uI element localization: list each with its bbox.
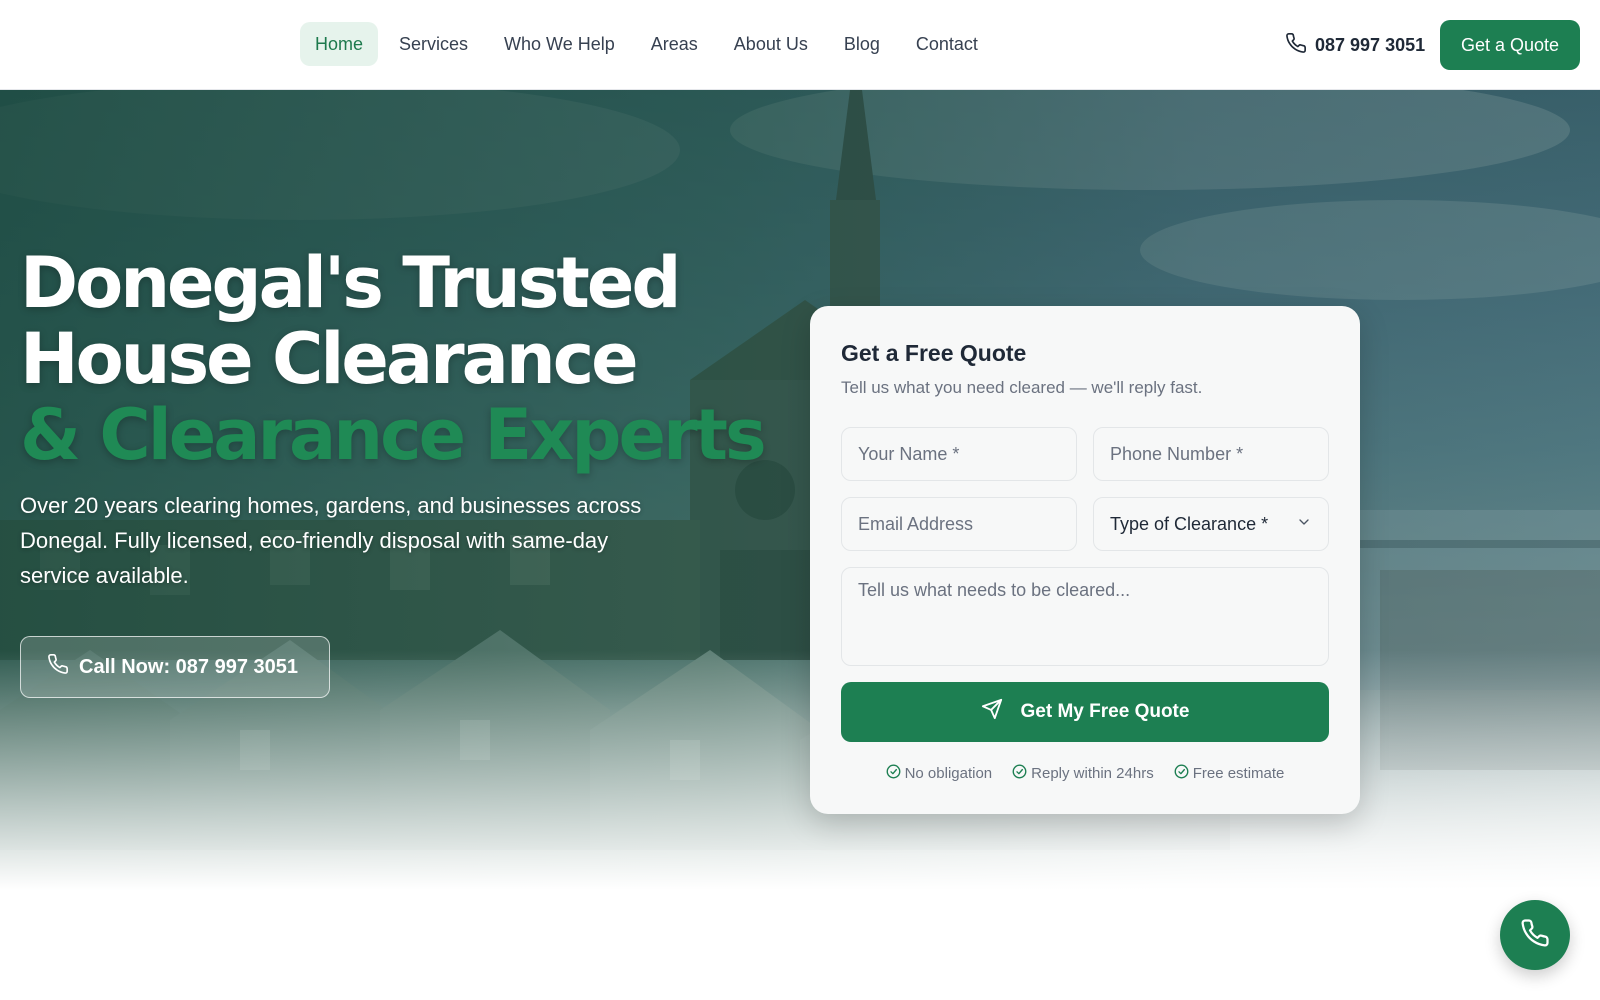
headline-line-1: Donegal's Trusted [20,242,681,324]
form-assurances: No obligation Reply within 24hrs Free es… [810,764,1360,783]
form-subtitle: Tell us what you need cleared — we'll re… [841,378,1203,397]
headline-line-2: House Clearance [20,318,639,400]
name-field[interactable]: Your Name * [841,427,1077,481]
check-circle-icon [1174,764,1189,783]
check-circle-icon [1012,764,1027,783]
nav-home[interactable]: Home [300,22,379,66]
nav-contact[interactable]: Contact [901,22,993,66]
quote-form-card: Get a Free Quote Tell us what you need c… [810,306,1360,814]
chevron-down-icon [1296,514,1312,535]
badge-label: No obligation [904,765,993,782]
header-phone-link[interactable]: 087 997 3051 [1285,32,1425,59]
headline-accent: & Clearance Experts [20,394,767,476]
clearance-type-value: Type of Clearance * [1110,513,1269,534]
hero-section: Donegal's Trusted House Clearance & Clea… [0,90,1600,890]
check-circle-icon [886,764,901,783]
badge-reply-24hrs: Reply within 24hrs [1012,764,1154,783]
hero-subtitle: Over 20 years clearing homes, gardens, a… [20,493,642,588]
badge-label: Free estimate [1192,765,1285,782]
call-now-label: Call Now: 087 997 3051 [79,655,299,678]
main-nav: Home Services Who We Help Areas About Us… [300,22,993,66]
phone-icon [47,653,69,681]
nav-blog[interactable]: Blog [829,22,895,66]
header-phone-number: 087 997 3051 [1315,35,1426,55]
get-a-quote-button[interactable]: Get a Quote [1440,20,1580,70]
call-now-button[interactable]: Call Now: 087 997 3051 [20,636,330,698]
message-textarea[interactable]: Tell us what needs to be cleared... [841,567,1329,666]
form-title: Get a Free Quote [841,340,1027,366]
clearance-type-select[interactable]: Type of Clearance * [1093,497,1329,551]
phone-field[interactable]: Phone Number * [1093,427,1329,481]
badge-label: Reply within 24hrs [1031,765,1154,782]
hero-headline: Donegal's Trusted House Clearance & Clea… [20,245,780,473]
phone-icon [1285,32,1307,59]
badge-free-estimate: Free estimate [1174,764,1285,783]
nav-about-us[interactable]: About Us [719,22,823,66]
nav-who-we-help[interactable]: Who We Help [489,22,630,66]
floating-call-button[interactable] [1500,900,1570,970]
nav-services[interactable]: Services [384,22,483,66]
nav-areas[interactable]: Areas [636,22,713,66]
send-icon [981,698,1003,726]
badge-no-obligation: No obligation [886,764,993,783]
site-header: Home Services Who We Help Areas About Us… [0,0,1600,90]
get-my-free-quote-button[interactable]: Get My Free Quote [841,682,1329,742]
email-field[interactable]: Email Address [841,497,1077,551]
submit-label: Get My Free Quote [1020,701,1190,722]
phone-icon [1520,918,1550,953]
